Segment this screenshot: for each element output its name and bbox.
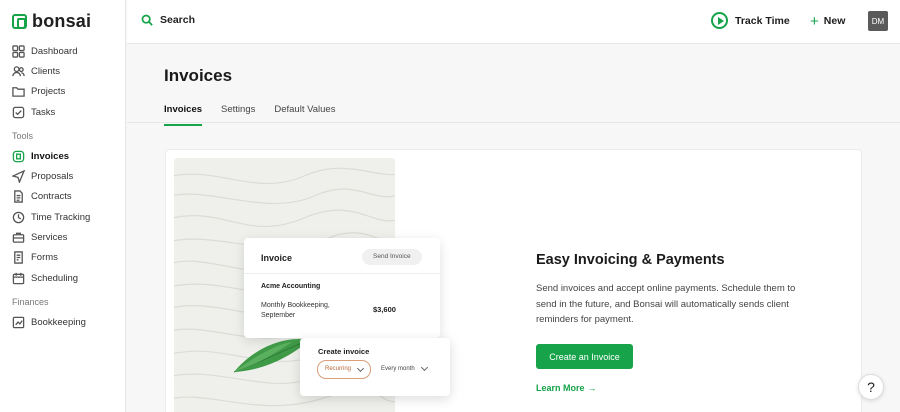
- sidebar-item-forms[interactable]: Forms: [0, 248, 125, 268]
- search-input[interactable]: Search: [141, 14, 195, 26]
- plus-icon: +: [810, 12, 819, 30]
- sidebar-item-label: Bookkeeping: [31, 316, 86, 328]
- invoice-amount: $3,600: [373, 305, 396, 314]
- document-icon: [12, 190, 25, 204]
- sidebar-item-label: Time Tracking: [31, 211, 91, 223]
- sidebar-item-invoices[interactable]: Invoices: [0, 146, 125, 166]
- sidebar-item-dashboard[interactable]: Dashboard: [0, 41, 125, 61]
- learn-more-label: Learn More: [536, 383, 585, 393]
- sidebar-item-label: Invoices: [31, 150, 70, 162]
- sidebar: bonsai Dashboard Clients Projects Tasks …: [0, 0, 126, 412]
- hero-title: Easy Invoicing & Payments: [536, 252, 725, 268]
- grid-icon: [12, 44, 25, 58]
- folder-icon: [12, 85, 25, 98]
- section-label-tools: Tools: [12, 131, 34, 142]
- form-icon: [12, 251, 25, 265]
- avatar[interactable]: DM: [868, 11, 888, 31]
- learn-more-link[interactable]: Learn More →: [536, 383, 597, 393]
- sidebar-item-label: Forms: [31, 252, 58, 264]
- send-icon: [12, 170, 25, 184]
- users-icon: [12, 65, 25, 78]
- section-label-finances: Finances: [12, 297, 49, 308]
- frequency-select: Every month: [377, 360, 434, 379]
- invoice-description: Monthly Bookkeeping, September: [261, 302, 330, 319]
- invoice-client: Acme Accounting: [261, 283, 321, 290]
- sidebar-item-label: Proposals: [31, 171, 74, 183]
- help-button[interactable]: ?: [858, 374, 884, 400]
- top-bar: Search Track Time + New DM: [127, 0, 900, 44]
- create-invoice-title: Create invoice: [318, 347, 370, 356]
- sidebar-item-clients[interactable]: Clients: [0, 61, 125, 81]
- sidebar-item-scheduling[interactable]: Scheduling: [0, 268, 125, 288]
- sidebar-item-contracts[interactable]: Contracts: [0, 187, 125, 207]
- hero-description: Send invoices and accept online payments…: [536, 283, 796, 325]
- recurring-label: Recurring: [325, 366, 352, 372]
- track-time-button[interactable]: Track Time: [711, 12, 790, 29]
- sidebar-item-label: Tasks: [31, 106, 56, 118]
- recurring-select: Recurring: [317, 360, 371, 379]
- new-label: New: [823, 15, 846, 27]
- invoice-icon: [12, 150, 25, 163]
- search-icon: [141, 14, 153, 26]
- sidebar-item-tasks[interactable]: Tasks: [0, 102, 125, 122]
- sidebar-item-label: Services: [31, 232, 68, 244]
- sidebar-item-label: Dashboard: [31, 45, 78, 57]
- clock-icon: [12, 211, 25, 224]
- sidebar-item-projects[interactable]: Projects: [0, 82, 125, 102]
- arrow-right-icon: →: [587, 383, 597, 393]
- frequency-label: Every month: [381, 366, 415, 372]
- sidebar-item-time-tracking[interactable]: Time Tracking: [0, 207, 125, 227]
- sidebar-item-services[interactable]: Services: [0, 227, 125, 247]
- track-time-label: Track Time: [735, 14, 790, 27]
- bonsai-logo[interactable]: bonsai: [12, 11, 91, 32]
- sidebar-item-bookkeeping[interactable]: Bookkeeping: [0, 312, 125, 332]
- create-invoice-button[interactable]: Create an Invoice: [536, 344, 633, 369]
- invoice-preview-divider: [244, 273, 440, 274]
- calendar-icon: [12, 272, 25, 285]
- invoice-preview-title: Invoice: [261, 253, 293, 263]
- invoice-preview-card: Invoice Send Invoice Acme Accounting Mon…: [244, 238, 440, 338]
- sidebar-item-label: Clients: [31, 65, 61, 77]
- sidebar-item-label: Projects: [31, 86, 66, 98]
- briefcase-icon: [12, 231, 25, 244]
- tab-divider: [127, 122, 900, 123]
- ledger-icon: [12, 316, 25, 329]
- play-icon: [711, 12, 728, 29]
- page-title: Invoices: [164, 66, 233, 85]
- sidebar-item-label: Scheduling: [31, 272, 79, 284]
- bonsai-logo-icon: [12, 14, 27, 29]
- sidebar-nav: Dashboard Clients Projects Tasks Tools I…: [0, 41, 125, 333]
- sidebar-item-proposals[interactable]: Proposals: [0, 166, 125, 186]
- create-invoice-preview-card: Create invoice Recurring Every month: [300, 338, 450, 396]
- search-label: Search: [160, 14, 196, 26]
- new-button[interactable]: + New: [802, 10, 853, 32]
- logo-text: bonsai: [32, 11, 92, 31]
- send-invoice-pill: Send Invoice: [362, 249, 422, 265]
- sidebar-item-label: Contracts: [31, 191, 72, 203]
- checkbox-icon: [12, 106, 25, 119]
